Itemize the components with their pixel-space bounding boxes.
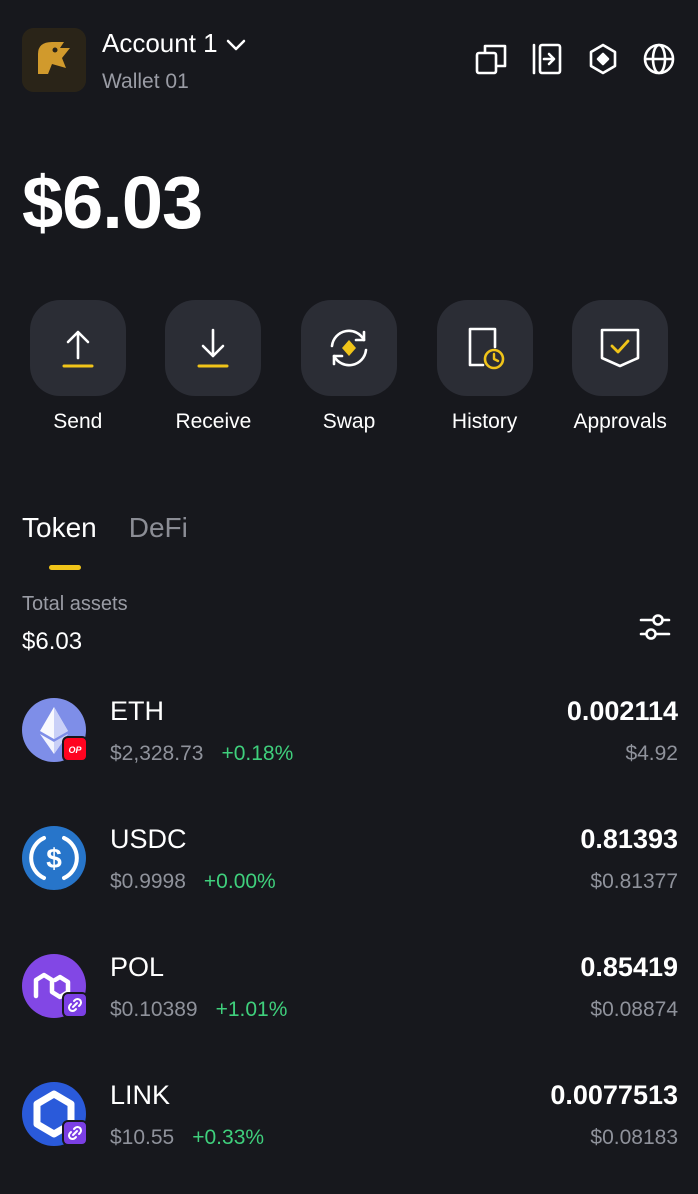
total-assets-value: $6.03 <box>22 628 83 655</box>
web3-hex-icon[interactable] <box>586 42 620 76</box>
active-tab-indicator <box>49 565 81 570</box>
account-name: Account 1 <box>102 28 218 58</box>
globe-icon[interactable] <box>642 42 676 76</box>
token-row-pol[interactable]: POL $0.10389 +1.01% 0.85419 $0.08874 <box>22 946 678 1074</box>
header-actions <box>474 42 676 76</box>
svg-text:OP: OP <box>68 745 82 755</box>
header: Account 1 Wallet 01 <box>22 28 676 94</box>
polygon-network-badge-icon <box>62 992 88 1018</box>
token-amount: 0.002114 <box>566 696 678 726</box>
token-amount: 0.0077513 <box>550 1080 678 1110</box>
usdc-token-icon: $ <box>22 826 86 890</box>
history-label: History <box>451 410 518 433</box>
history-button[interactable] <box>436 300 533 396</box>
send-action[interactable]: Send <box>10 300 146 434</box>
token-price: $0.10389 <box>110 998 198 1021</box>
account-avatar[interactable] <box>22 28 86 92</box>
total-balance: $6.03 <box>22 161 203 244</box>
token-value: $0.08874 <box>590 998 678 1021</box>
token-change: +0.33% <box>192 1126 265 1149</box>
token-price-line: $0.10389 +1.01% <box>110 998 287 1022</box>
token-change: +0.00% <box>203 870 276 893</box>
tab-defi[interactable]: DeFi <box>129 512 188 544</box>
wallet-name: Wallet 01 <box>102 70 189 93</box>
token-value: $4.92 <box>625 742 678 765</box>
token-price-line: $2,328.73 +0.18% <box>110 742 293 766</box>
token-price: $0.9998 <box>110 870 186 893</box>
token-row-usdc[interactable]: $ USDC $0.9998 +0.00% 0.81393 $0.81377 <box>22 818 678 946</box>
swap-action[interactable]: Swap <box>281 300 417 434</box>
quick-actions: Send Receive Swap History Approvals <box>10 300 688 434</box>
swap-icon <box>330 329 368 367</box>
shield-check-icon <box>600 328 640 368</box>
swap-label: Swap <box>322 410 376 433</box>
token-symbol: LINK <box>110 1080 171 1110</box>
approvals-action[interactable]: Approvals <box>552 300 688 434</box>
tab-token[interactable]: Token <box>22 512 97 544</box>
token-row-link[interactable]: LINK $10.55 +0.33% 0.0077513 $0.08183 <box>22 1074 678 1194</box>
token-change: +0.18% <box>221 742 294 765</box>
receive-label: Receive <box>175 410 252 433</box>
send-label: Send <box>53 410 103 433</box>
token-amount: 0.85419 <box>580 952 678 982</box>
history-action[interactable]: History <box>417 300 553 434</box>
receive-arrow-down-icon <box>197 328 229 368</box>
history-icon <box>468 327 504 370</box>
send-button[interactable] <box>29 300 126 396</box>
filter-sliders-icon[interactable] <box>638 610 672 644</box>
send-arrow-up-icon <box>62 330 94 368</box>
token-symbol: ETH <box>110 696 164 726</box>
svg-text:$: $ <box>46 843 62 874</box>
token-value: $0.81377 <box>590 870 678 893</box>
receive-button[interactable] <box>165 300 262 396</box>
optimism-network-badge-icon: OP <box>62 736 88 762</box>
connect-icon[interactable] <box>530 42 564 76</box>
wallet-app: Account 1 Wallet 01 $6.03 Send Receive S… <box>0 0 698 1194</box>
token-price-line: $0.9998 +0.00% <box>110 870 276 894</box>
token-price: $2,328.73 <box>110 742 204 765</box>
token-amount: 0.81393 <box>580 824 678 854</box>
token-symbol: USDC <box>110 824 187 854</box>
token-value: $0.08183 <box>590 1126 678 1149</box>
account-selector[interactable]: Account 1 <box>102 28 246 59</box>
chevron-down-icon <box>226 28 246 59</box>
token-list: OP ETH $2,328.73 +0.18% 0.002114 $4.92 $… <box>22 690 678 1194</box>
swap-button[interactable] <box>300 300 397 396</box>
approvals-button[interactable] <box>572 300 669 396</box>
total-assets-label: Total assets <box>22 593 128 615</box>
copy-icon[interactable] <box>474 42 508 76</box>
asset-tabs: Token DeFi <box>22 512 188 544</box>
token-price: $10.55 <box>110 1126 175 1149</box>
token-change: +1.01% <box>215 998 288 1021</box>
receive-action[interactable]: Receive <box>146 300 282 434</box>
polygon-network-badge-icon <box>62 1120 88 1146</box>
token-row-eth[interactable]: OP ETH $2,328.73 +0.18% 0.002114 $4.92 <box>22 690 678 818</box>
token-price-line: $10.55 +0.33% <box>110 1126 264 1150</box>
approvals-label: Approvals <box>573 410 667 433</box>
token-symbol: POL <box>110 952 165 982</box>
